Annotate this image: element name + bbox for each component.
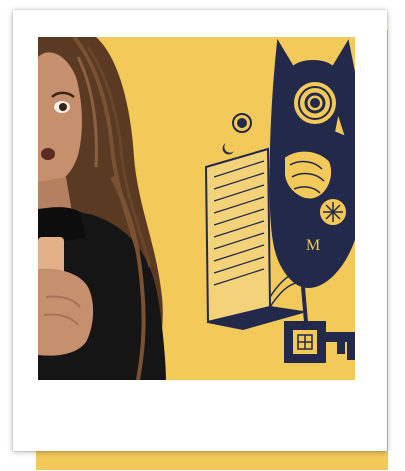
- svg-text:M: M: [306, 237, 320, 254]
- photo: M: [38, 37, 355, 380]
